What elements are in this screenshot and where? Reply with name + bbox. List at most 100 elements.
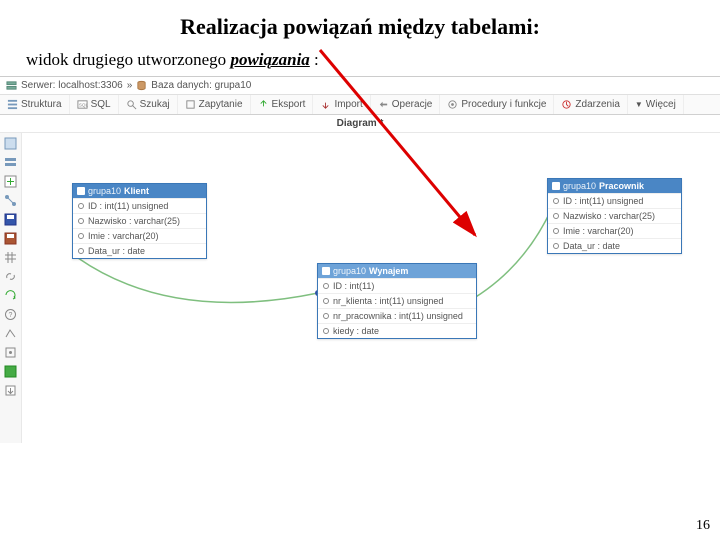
key-icon bbox=[553, 198, 559, 204]
tool-angular-icon[interactable] bbox=[4, 327, 17, 340]
key-icon bbox=[323, 283, 329, 289]
tool-newtable-icon[interactable] bbox=[4, 175, 17, 188]
table-wynajem[interactable]: grupa10 Wynajem ID : int(11) nr_klienta … bbox=[317, 263, 477, 339]
events-icon bbox=[561, 99, 572, 110]
col-label: ID : int(11) unsigned bbox=[563, 196, 643, 206]
col-row[interactable]: nr_pracownika : int(11) unsigned bbox=[318, 308, 476, 323]
col-row[interactable]: Nazwisko : varchar(25) bbox=[548, 208, 681, 223]
col-row[interactable]: kiedy : date bbox=[318, 323, 476, 338]
col-label: nr_klienta : int(11) unsigned bbox=[333, 296, 443, 306]
col-icon bbox=[323, 298, 329, 304]
tool-saveas-icon[interactable] bbox=[4, 232, 17, 245]
collapse-icon[interactable] bbox=[77, 187, 85, 195]
tab-zapytanie[interactable]: Zapytanie bbox=[178, 95, 251, 114]
tool-details-icon[interactable] bbox=[4, 137, 17, 150]
tab-import[interactable]: Import bbox=[313, 95, 370, 114]
col-row[interactable]: Imie : varchar(20) bbox=[548, 223, 681, 238]
designer-canvas[interactable]: grupa10 Klient ID : int(11) unsigned Naz… bbox=[22, 133, 720, 443]
breadcrumb: Serwer: localhost:3306 » Baza danych: gr… bbox=[0, 77, 720, 95]
tool-save-icon[interactable] bbox=[4, 213, 17, 226]
tool-export-icon[interactable] bbox=[4, 384, 17, 397]
toolbar: Struktura SQL SQL Szukaj Zapytanie Ekspor… bbox=[0, 95, 720, 115]
col-icon bbox=[553, 243, 559, 249]
key-icon bbox=[78, 203, 84, 209]
tab-sql[interactable]: SQL SQL bbox=[70, 95, 119, 114]
query-icon bbox=[185, 99, 196, 110]
collapse-icon[interactable] bbox=[552, 182, 560, 190]
tool-relation-icon[interactable] bbox=[4, 194, 17, 207]
tab-label: Operacje bbox=[392, 99, 433, 110]
table-name: Pracownik bbox=[599, 181, 644, 191]
tab-procedury[interactable]: Procedury i funkcje bbox=[440, 95, 554, 114]
col-row[interactable]: ID : int(11) unsigned bbox=[73, 198, 206, 213]
tool-link-icon[interactable] bbox=[4, 270, 17, 283]
col-icon bbox=[78, 233, 84, 239]
col-row[interactable]: Data_ur : date bbox=[548, 238, 681, 253]
tab-struktura[interactable]: Struktura bbox=[0, 95, 70, 114]
col-label: nr_pracownika : int(11) unsigned bbox=[333, 311, 463, 321]
tab-wiecej[interactable]: ▼Więcej bbox=[628, 95, 684, 114]
tool-tables-icon[interactable] bbox=[4, 156, 17, 169]
col-label: Nazwisko : varchar(25) bbox=[563, 211, 655, 221]
col-row[interactable]: Imie : varchar(20) bbox=[73, 228, 206, 243]
tool-snap-icon[interactable] bbox=[4, 346, 17, 359]
tool-grid-icon[interactable] bbox=[4, 251, 17, 264]
col-icon bbox=[78, 218, 84, 224]
table-header[interactable]: grupa10 Pracownik bbox=[548, 179, 681, 193]
table-header[interactable]: grupa10 Wynajem bbox=[318, 264, 476, 278]
table-klient[interactable]: grupa10 Klient ID : int(11) unsigned Naz… bbox=[72, 183, 207, 259]
slide-title: Realizacja powiązań między tabelami: bbox=[0, 0, 720, 46]
col-icon bbox=[323, 328, 329, 334]
tab-label: Procedury i funkcje bbox=[461, 99, 546, 110]
subtitle-post: : bbox=[310, 50, 319, 69]
schema-name: grupa10 bbox=[88, 186, 121, 196]
tab-label: Więcej bbox=[646, 99, 676, 110]
col-row[interactable]: ID : int(11) unsigned bbox=[548, 193, 681, 208]
routines-icon bbox=[447, 99, 458, 110]
tab-label: Import bbox=[334, 99, 362, 110]
tool-fullscreen-icon[interactable] bbox=[4, 365, 17, 378]
chevron-down-icon: ▼ bbox=[635, 100, 643, 109]
col-icon bbox=[78, 248, 84, 254]
tab-label: Zdarzenia bbox=[575, 99, 619, 110]
tab-label: Szukaj bbox=[140, 99, 170, 110]
col-row[interactable]: nr_klienta : int(11) unsigned bbox=[318, 293, 476, 308]
col-row[interactable]: Data_ur : date bbox=[73, 243, 206, 258]
schema-name: grupa10 bbox=[563, 181, 596, 191]
table-header[interactable]: grupa10 Klient bbox=[73, 184, 206, 198]
tool-help-icon[interactable]: ? bbox=[4, 308, 17, 321]
col-row[interactable]: ID : int(11) bbox=[318, 278, 476, 293]
tab-szukaj[interactable]: Szukaj bbox=[119, 95, 178, 114]
col-label: Imie : varchar(20) bbox=[563, 226, 634, 236]
phpmyadmin-app: Serwer: localhost:3306 » Baza danych: gr… bbox=[0, 76, 720, 443]
server-label[interactable]: Serwer: localhost:3306 bbox=[21, 80, 123, 91]
subtitle-pre: widok drugiego utworzonego bbox=[26, 50, 230, 69]
col-label: Imie : varchar(20) bbox=[88, 231, 159, 241]
db-label[interactable]: Baza danych: grupa10 bbox=[151, 80, 251, 91]
col-row[interactable]: Nazwisko : varchar(25) bbox=[73, 213, 206, 228]
collapse-icon[interactable] bbox=[322, 267, 330, 275]
subtitle-em: powiązania bbox=[230, 50, 309, 69]
tool-reload-icon[interactable] bbox=[4, 289, 17, 302]
col-label: Data_ur : date bbox=[563, 241, 620, 251]
tab-zdarzenia[interactable]: Zdarzenia bbox=[554, 95, 627, 114]
table-pracownik[interactable]: grupa10 Pracownik ID : int(11) unsigned … bbox=[547, 178, 682, 254]
col-icon bbox=[553, 213, 559, 219]
col-label: ID : int(11) bbox=[333, 281, 374, 291]
slide-subtitle: widok drugiego utworzonego powiązania : bbox=[0, 46, 720, 76]
operations-icon bbox=[378, 99, 389, 110]
tab-eksport[interactable]: Eksport bbox=[251, 95, 314, 114]
tab-operacje[interactable]: Operacje bbox=[371, 95, 441, 114]
col-icon bbox=[323, 313, 329, 319]
sql-icon: SQL bbox=[77, 99, 88, 110]
col-label: ID : int(11) unsigned bbox=[88, 201, 168, 211]
tab-label: Zapytanie bbox=[199, 99, 243, 110]
svg-text:SQL: SQL bbox=[78, 102, 87, 107]
tab-label: SQL bbox=[91, 99, 111, 110]
col-label: Nazwisko : varchar(25) bbox=[88, 216, 180, 226]
designer-sidetools: ? bbox=[0, 133, 22, 443]
svg-text:?: ? bbox=[9, 312, 13, 319]
tab-label: Struktura bbox=[21, 99, 62, 110]
col-label: kiedy : date bbox=[333, 326, 379, 336]
export-icon bbox=[258, 99, 269, 110]
